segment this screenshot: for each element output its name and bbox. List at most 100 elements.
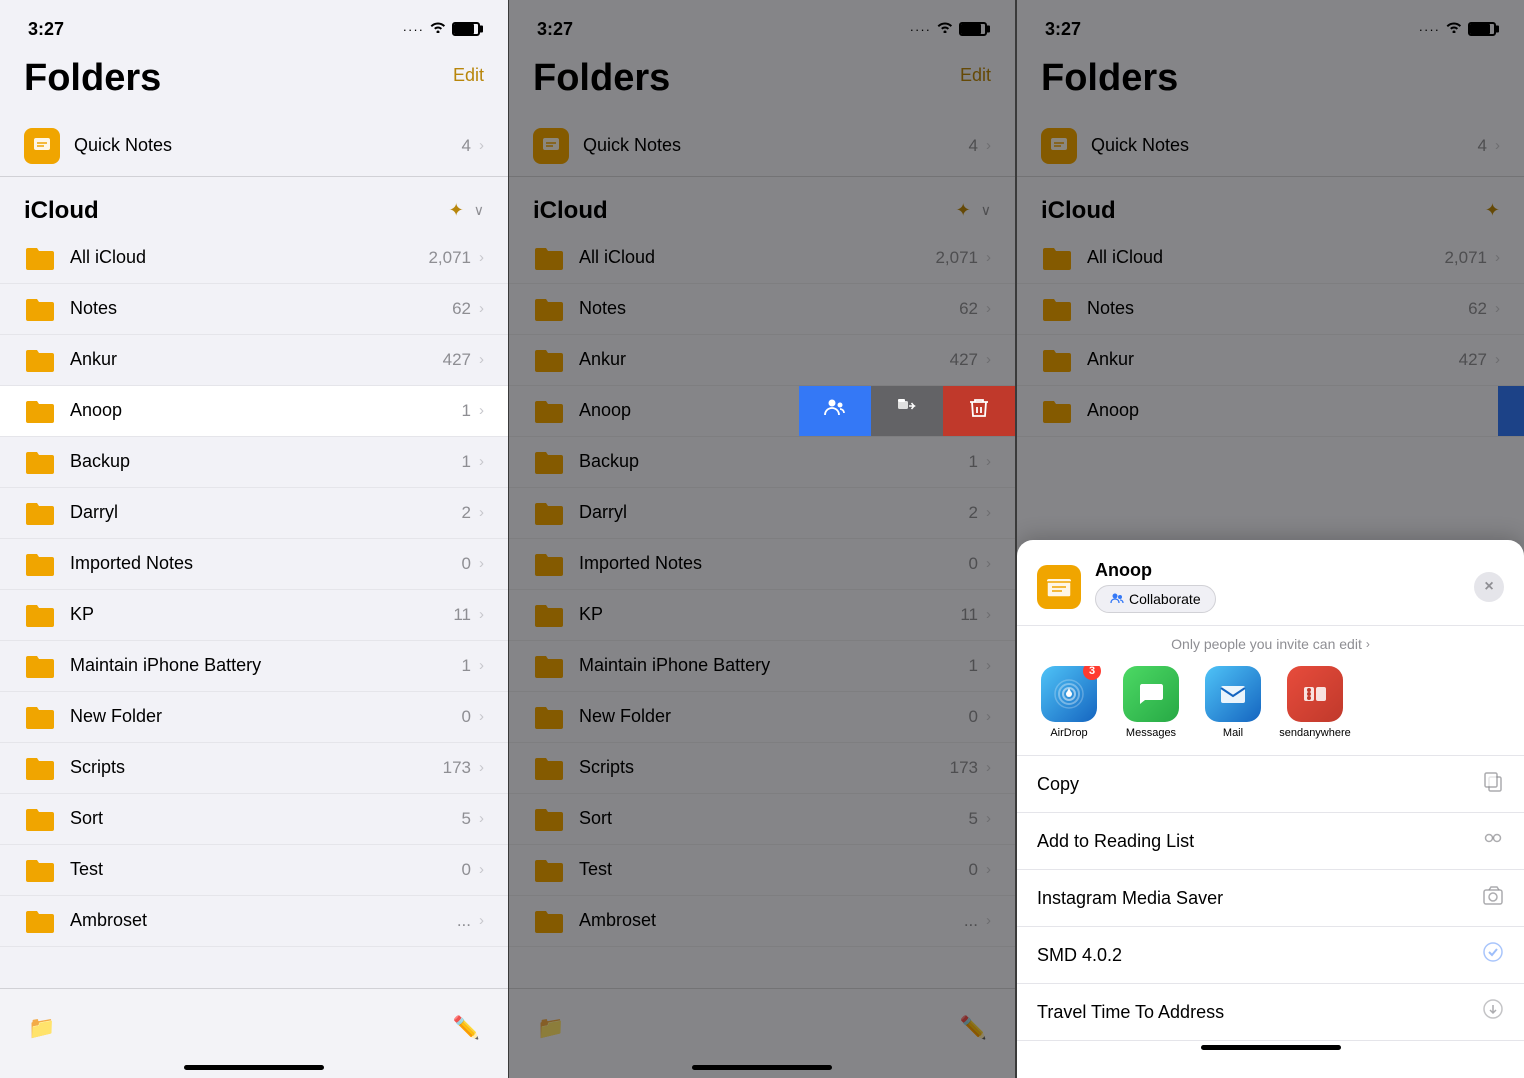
folder-row-all-icloud-1[interactable]: All iCloud 2,071 › bbox=[0, 233, 508, 284]
chevron-notes-1: › bbox=[479, 300, 484, 317]
collaborate-label: Collaborate bbox=[1129, 591, 1201, 607]
folder-row-darryl-1[interactable]: Darryl 2 › bbox=[0, 488, 508, 539]
fc-all-2: 2,071 bbox=[935, 248, 978, 268]
folder-row-imported-2[interactable]: Imported Notes 0 › bbox=[509, 539, 1015, 590]
folder-row-sort-1[interactable]: Sort 5 › bbox=[0, 794, 508, 845]
folder-row-anoop-2[interactable]: Anoop 1 › bbox=[509, 386, 1015, 437]
airdrop-icon-circle: 3 bbox=[1041, 666, 1097, 722]
collaborate-pill[interactable]: Collaborate bbox=[1095, 585, 1216, 613]
add-icon-3[interactable]: ✦ bbox=[1485, 200, 1500, 221]
quick-notes-row-1[interactable]: Quick Notes 4 › bbox=[0, 116, 508, 177]
folder-count-newfolder-1: 0 bbox=[462, 707, 471, 727]
ch-all-3: › bbox=[1495, 249, 1500, 266]
folder-row-ankur-2[interactable]: Ankur 427 › bbox=[509, 335, 1015, 386]
folder-icon-scripts-1 bbox=[24, 754, 56, 782]
folder-icon-test-1 bbox=[24, 856, 56, 884]
delete-button[interactable] bbox=[943, 386, 1015, 436]
add-icon-2[interactable]: ✦ bbox=[956, 200, 971, 221]
home-indicator-3 bbox=[1201, 1045, 1341, 1050]
home-indicator-1 bbox=[184, 1065, 324, 1070]
folder-row-sort-2[interactable]: Sort 5 › bbox=[509, 794, 1015, 845]
fn-notes-3: Notes bbox=[1087, 298, 1468, 319]
folder-icon-maintain-1 bbox=[24, 652, 56, 680]
compose-icon-2[interactable]: ✏️ bbox=[960, 1015, 987, 1041]
chevron-icon-quick-1: › bbox=[479, 137, 484, 154]
share-action-smd[interactable]: SMD 4.0.2 bbox=[1017, 927, 1524, 984]
fc-backup-2: 1 bbox=[969, 452, 978, 472]
app-icon-sendanywhere[interactable]: sendanywhere bbox=[1279, 666, 1351, 739]
fn-all-2: All iCloud bbox=[579, 247, 935, 268]
fi-scripts-2 bbox=[533, 754, 565, 782]
folder-row-test-1[interactable]: Test 0 › bbox=[0, 845, 508, 896]
folder-row-anoop-1[interactable]: Anoop 1 › bbox=[0, 386, 508, 437]
icloud-icons-3: ✦ bbox=[1485, 200, 1500, 221]
folder-row-backup-2[interactable]: Backup 1 › bbox=[509, 437, 1015, 488]
edit-button-1[interactable]: Edit bbox=[453, 65, 484, 86]
folder-count-notes-1: 62 bbox=[452, 299, 471, 319]
icloud-header-2: iCloud ✦ ∨ bbox=[509, 177, 1015, 233]
fn-notes-2: Notes bbox=[579, 298, 959, 319]
collaborate-button[interactable] bbox=[799, 386, 871, 436]
fn-imported-2: Imported Notes bbox=[579, 553, 969, 574]
share-close-button[interactable]: × bbox=[1474, 572, 1504, 602]
folder-row-all-2[interactable]: All iCloud 2,071 › bbox=[509, 233, 1015, 284]
folder-row-backup-1[interactable]: Backup 1 › bbox=[0, 437, 508, 488]
move-button[interactable] bbox=[871, 386, 943, 436]
share-action-travel[interactable]: Travel Time To Address bbox=[1017, 984, 1524, 1041]
folder-row-all-3[interactable]: All iCloud 2,071 › bbox=[1017, 233, 1524, 284]
fn-sort-2: Sort bbox=[579, 808, 969, 829]
chevron-down-2[interactable]: ∨ bbox=[981, 202, 991, 219]
fi-ambroset-2 bbox=[533, 907, 565, 935]
compose-icon-1[interactable]: ✏️ bbox=[453, 1015, 480, 1041]
fi-backup-2 bbox=[533, 448, 565, 476]
fc-maintain-2: 1 bbox=[969, 656, 978, 676]
folder-row-scripts-2[interactable]: Scripts 173 › bbox=[509, 743, 1015, 794]
folder-row-kp-2[interactable]: KP 11 › bbox=[509, 590, 1015, 641]
folder-row-ankur-1[interactable]: Ankur 427 › bbox=[0, 335, 508, 386]
folder-count-darryl-1: 2 bbox=[462, 503, 471, 523]
sendanywhere-icon-circle bbox=[1287, 666, 1343, 722]
folder-row-darryl-2[interactable]: Darryl 2 › bbox=[509, 488, 1015, 539]
fi-notes-3 bbox=[1041, 295, 1073, 323]
icloud-title-2: iCloud bbox=[533, 197, 956, 225]
add-folder-icon-1[interactable]: ✦ bbox=[449, 200, 464, 221]
ch-ankur-3: › bbox=[1495, 351, 1500, 368]
share-action-instagram[interactable]: Instagram Media Saver bbox=[1017, 870, 1524, 927]
quick-notes-icon-3 bbox=[1041, 128, 1077, 164]
folder-row-ambroset-2[interactable]: Ambroset ... › bbox=[509, 896, 1015, 947]
folder-row-anoop-3[interactable]: Anoop 1 › bbox=[1017, 386, 1524, 437]
edit-button-2[interactable]: Edit bbox=[960, 65, 991, 86]
folder-row-notes-3[interactable]: Notes 62 › bbox=[1017, 284, 1524, 335]
folder-count-backup-1: 1 bbox=[462, 452, 471, 472]
icloud-icons-1: ✦ ∨ bbox=[449, 200, 484, 221]
folder-row-scripts-1[interactable]: Scripts 173 › bbox=[0, 743, 508, 794]
chevron-down-icon-1[interactable]: ∨ bbox=[474, 202, 484, 219]
travel-label: Travel Time To Address bbox=[1037, 1002, 1482, 1023]
app-icon-messages[interactable]: Messages bbox=[1115, 666, 1187, 739]
new-folder-icon-2[interactable]: 📁 bbox=[537, 1015, 564, 1041]
folder-row-imported-1[interactable]: Imported Notes 0 › bbox=[0, 539, 508, 590]
folder-row-ambroset-1[interactable]: Ambroset ... › bbox=[0, 896, 508, 947]
quick-notes-row-3[interactable]: Quick Notes 4 › bbox=[1017, 116, 1524, 177]
share-action-reading-list[interactable]: Add to Reading List bbox=[1017, 813, 1524, 870]
messages-icon-circle bbox=[1123, 666, 1179, 722]
new-folder-icon-1[interactable]: 📁 bbox=[28, 1015, 55, 1041]
folder-row-ankur-3[interactable]: Ankur 427 › bbox=[1017, 335, 1524, 386]
folder-row-maintain-2[interactable]: Maintain iPhone Battery 1 › bbox=[509, 641, 1015, 692]
folder-row-notes-2[interactable]: Notes 62 › bbox=[509, 284, 1015, 335]
invite-text[interactable]: Only people you invite can edit › bbox=[1017, 626, 1524, 666]
app-icon-mail[interactable]: Mail bbox=[1197, 666, 1269, 739]
quick-notes-row-2[interactable]: Quick Notes 4 › bbox=[509, 116, 1015, 177]
app-icon-airdrop[interactable]: 3 AirDrop bbox=[1033, 666, 1105, 739]
mail-icon-circle bbox=[1205, 666, 1261, 722]
folder-row-nf-2[interactable]: New Folder 0 › bbox=[509, 692, 1015, 743]
folder-row-notes-1[interactable]: Notes 62 › bbox=[0, 284, 508, 335]
sendanywhere-label: sendanywhere bbox=[1279, 727, 1351, 739]
folder-row-kp-1[interactable]: KP 11 › bbox=[0, 590, 508, 641]
share-action-copy[interactable]: Copy bbox=[1017, 756, 1524, 813]
chevron-quick-2: › bbox=[986, 137, 991, 154]
fi-darryl-2 bbox=[533, 499, 565, 527]
folder-row-maintain-1[interactable]: Maintain iPhone Battery 1 › bbox=[0, 641, 508, 692]
folder-row-newfolder-1[interactable]: New Folder 0 › bbox=[0, 692, 508, 743]
folder-row-test-2[interactable]: Test 0 › bbox=[509, 845, 1015, 896]
